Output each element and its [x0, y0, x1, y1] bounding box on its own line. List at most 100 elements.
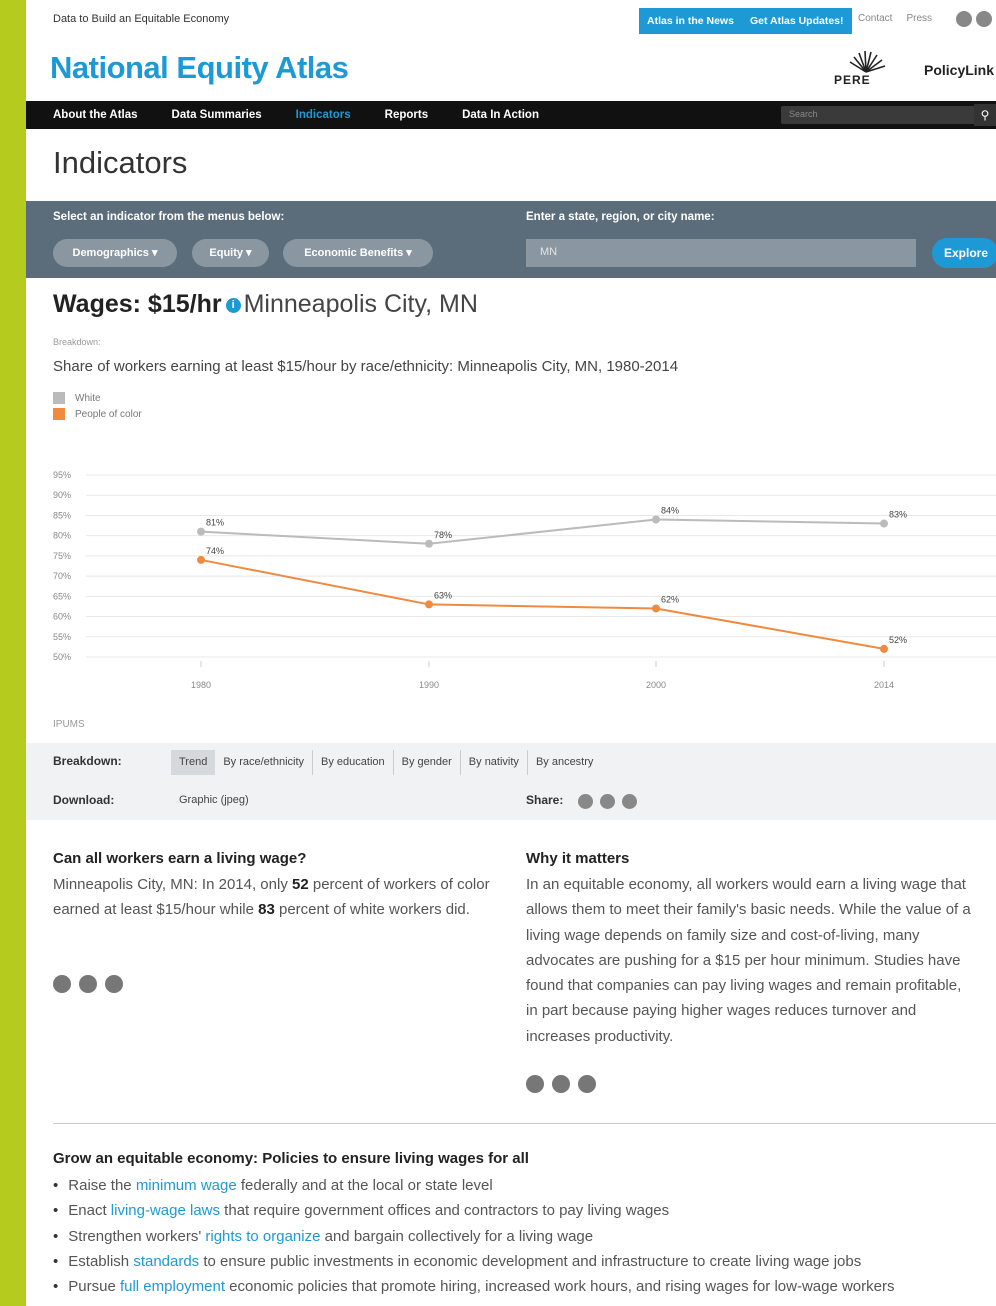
policy-item: Raise the minimum wage federally and at …	[53, 1173, 895, 1198]
twitter-icon[interactable]	[79, 975, 97, 993]
site-logo[interactable]: National Equity Atlas	[50, 50, 349, 86]
top-links: Contact Press	[858, 13, 932, 24]
pere-logo-text[interactable]: PERE	[834, 73, 871, 87]
data-label: 62%	[661, 594, 679, 604]
info-icon[interactable]: i	[225, 297, 241, 313]
indicator-title: Wages: $15/hr i Minneapolis City, MN	[53, 290, 478, 319]
legend-item-people-of-color[interactable]: People of color	[53, 408, 142, 420]
place-prompt: Enter a state, region, or city name:	[526, 211, 715, 223]
indicator-selector: Select an indicator from the menus below…	[26, 201, 996, 278]
legend-item-white[interactable]: White	[53, 392, 142, 404]
email-icon[interactable]	[105, 975, 123, 993]
chart-source: IPUMS	[53, 719, 85, 730]
atlas-in-news-button[interactable]: Atlas in the News	[639, 15, 742, 27]
economic-benefits-menu[interactable]: Economic Benefits ▾	[283, 239, 433, 267]
twitter-share-icon[interactable]	[600, 794, 615, 809]
facebook-icon[interactable]	[53, 975, 71, 993]
tab-education[interactable]: By education	[313, 750, 394, 775]
data-point	[652, 604, 660, 613]
explore-button[interactable]: Explore	[932, 238, 996, 268]
y-tick-label: 80%	[53, 531, 71, 541]
data-point	[880, 519, 888, 528]
policy-link[interactable]: living-wage laws	[111, 1202, 220, 1219]
get-updates-button[interactable]: Get Atlas Updates!	[742, 15, 852, 27]
tab-ancestry[interactable]: By ancestry	[528, 750, 601, 775]
indicator-prompt: Select an indicator from the menus below…	[53, 211, 285, 223]
data-label: 74%	[206, 546, 224, 556]
left-share-icons	[53, 975, 123, 993]
data-point	[652, 515, 660, 524]
series-line	[200, 558, 885, 650]
page: Data to Build an Equitable Economy Atlas…	[26, 0, 996, 1306]
facebook-icon[interactable]	[526, 1075, 544, 1093]
place-input[interactable]: MN	[526, 239, 916, 267]
chart-legend: White People of color	[53, 392, 142, 424]
poc-value: 52	[292, 876, 309, 893]
download-graphic-link[interactable]: Graphic (jpeg)	[179, 794, 249, 806]
data-label: 83%	[889, 510, 907, 520]
policy-item: Strengthen workers' rights to organize a…	[53, 1224, 895, 1249]
data-label: 52%	[889, 635, 907, 645]
top-blue-buttons: Atlas in the News Get Atlas Updates!	[639, 8, 852, 34]
data-point	[880, 644, 888, 653]
left-heading: Can all workers earn a living wage?	[53, 850, 307, 867]
nav-data-summaries[interactable]: Data Summaries	[172, 109, 262, 121]
right-heading: Why it matters	[526, 850, 630, 867]
search-input[interactable]: Search	[781, 106, 976, 124]
email-icon[interactable]	[578, 1075, 596, 1093]
equity-menu[interactable]: Equity ▾	[192, 239, 269, 267]
tab-nativity[interactable]: By nativity	[461, 750, 528, 775]
search-icon[interactable]: ⚲	[974, 104, 996, 126]
right-share-icons	[526, 1075, 596, 1093]
press-link[interactable]: Press	[906, 13, 932, 24]
breakdown-tabs: Trend By race/ethnicity By education By …	[171, 750, 601, 775]
tab-trend[interactable]: Trend	[171, 750, 216, 775]
y-tick-label: 95%	[53, 470, 71, 480]
line-chart: 95% 90% 85% 80% 75% 70% 65% 60% 55% 50% 1980 1990 20…	[53, 470, 996, 690]
nav-about[interactable]: About the Atlas	[53, 109, 138, 121]
email-share-icon[interactable]	[622, 794, 637, 809]
breakdown-label: Breakdown:	[53, 754, 122, 768]
download-row: Download: Graphic (jpeg) Share:	[26, 782, 996, 820]
page-title: Indicators	[53, 145, 188, 180]
twitter-icon[interactable]	[976, 11, 992, 27]
share-label: Share:	[526, 793, 564, 807]
x-tick-label: 1990	[419, 680, 439, 690]
data-point	[425, 539, 433, 548]
white-value: 83	[258, 901, 275, 919]
policy-item: Establish standards to ensure public inv…	[53, 1249, 895, 1274]
demographics-menu[interactable]: Demographics ▾	[53, 239, 177, 267]
data-point	[425, 600, 433, 609]
data-point	[197, 555, 205, 564]
y-tick-label: 60%	[53, 612, 71, 622]
nav-data-in-action[interactable]: Data In Action	[462, 109, 539, 121]
indicator-place: Minneapolis City, MN	[243, 290, 478, 318]
share-icons	[578, 794, 637, 809]
tab-race-ethnicity[interactable]: By race/ethnicity	[215, 750, 314, 775]
y-tick-label: 50%	[53, 652, 71, 662]
x-tick-label: 2014	[874, 680, 894, 690]
facebook-share-icon[interactable]	[578, 794, 593, 809]
facebook-icon[interactable]	[956, 11, 972, 27]
twitter-icon[interactable]	[552, 1075, 570, 1093]
contact-link[interactable]: Contact	[858, 13, 892, 24]
top-social-icons	[956, 11, 992, 27]
policies-list: Raise the minimum wage federally and at …	[53, 1173, 895, 1299]
policylink-logo[interactable]: PolicyLink	[924, 62, 994, 78]
nav-indicators[interactable]: Indicators	[296, 109, 351, 121]
data-label: 84%	[661, 505, 679, 515]
policy-link[interactable]: rights to organize	[205, 1228, 320, 1245]
policy-link[interactable]: minimum wage	[136, 1177, 237, 1194]
breakdown-row: Breakdown: Trend By race/ethnicity By ed…	[26, 743, 996, 782]
nav-reports[interactable]: Reports	[385, 109, 428, 121]
data-label: 81%	[206, 518, 224, 528]
y-tick-label: 65%	[53, 591, 71, 601]
policy-link[interactable]: full employment	[120, 1278, 225, 1295]
tab-gender[interactable]: By gender	[394, 750, 461, 775]
policy-link[interactable]: standards	[133, 1253, 199, 1270]
x-tick-label: 2000	[646, 680, 666, 690]
series-line	[200, 518, 885, 545]
policy-item: Enact living-wage laws that require gove…	[53, 1198, 895, 1223]
y-tick-label: 75%	[53, 551, 71, 561]
y-tick-label: 55%	[53, 632, 71, 642]
